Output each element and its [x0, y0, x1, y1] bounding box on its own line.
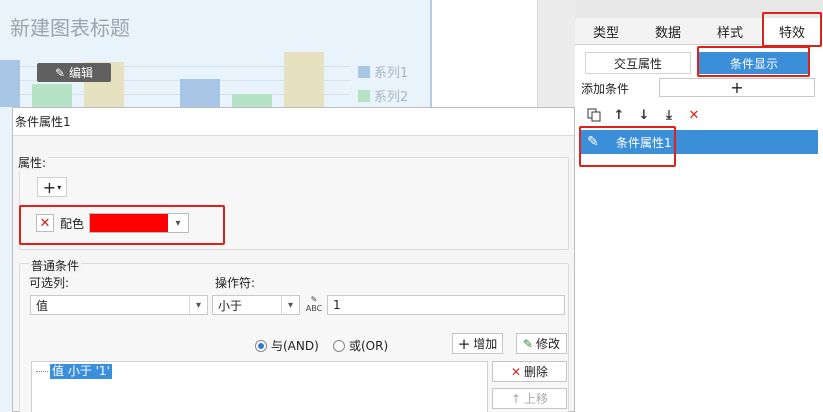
- chart-properties-panel: 类型 数据 样式 特效 交互属性 条件显示 添加条件 + ↑ ↓ ⤓ ✕ ✎ 条…: [575, 0, 823, 412]
- column-label: 可选列:: [29, 276, 70, 290]
- add-property-button[interactable]: + ▾: [37, 177, 67, 197]
- condition-dialog: 条件属性1 属性: + ▾ ✕ 配色 ▾ 普通条件 可选列: 操作符: 值 ▾ 小…: [12, 107, 575, 412]
- tab-type[interactable]: 类型: [575, 18, 637, 45]
- tab-data[interactable]: 数据: [637, 18, 699, 45]
- chart-bar[interactable]: [32, 84, 72, 107]
- arrow-down-icon[interactable]: ↓: [635, 106, 653, 124]
- add-condition-button[interactable]: + 增加: [452, 333, 503, 354]
- highlight-box: [697, 46, 810, 77]
- operator-select[interactable]: 小于 ▾: [212, 295, 300, 315]
- dialog-title: 条件属性1: [13, 108, 574, 136]
- modify-icon: ✎: [522, 336, 534, 351]
- subtab-interaction[interactable]: 交互属性: [585, 52, 691, 74]
- legend-swatch: [358, 89, 370, 102]
- logic-and-radio[interactable]: 与(AND): [255, 337, 319, 354]
- highlight-box: [762, 12, 822, 47]
- condition-list[interactable]: 值 小于 '1': [31, 361, 488, 412]
- edit-icon: ✎: [54, 65, 66, 80]
- legend-item: 系列2: [358, 86, 408, 105]
- condition-toolbar: ↑ ↓ ⤓ ✕: [585, 106, 703, 124]
- chart-edit-button[interactable]: ✎ 编辑: [37, 63, 111, 82]
- add-condition-button[interactable]: +: [659, 78, 815, 97]
- move-up-button[interactable]: ↑ 上移: [492, 388, 567, 409]
- chart-bar[interactable]: [0, 60, 20, 107]
- condition-value-input[interactable]: 1: [327, 295, 565, 315]
- column-select[interactable]: 值 ▾: [30, 295, 208, 315]
- conditions-legend: 普通条件: [29, 257, 82, 274]
- delete-condition-button[interactable]: ✕ 删除: [492, 361, 567, 382]
- tab-style[interactable]: 样式: [699, 18, 761, 45]
- value-type-icon[interactable]: ✎ ABC: [304, 295, 324, 315]
- condition-list-item[interactable]: 值 小于 '1': [50, 364, 112, 379]
- arrow-up-icon[interactable]: ↑: [610, 106, 628, 124]
- plus-icon: +: [457, 334, 471, 353]
- logic-or-radio[interactable]: 或(OR): [333, 337, 388, 354]
- tree-line: [36, 371, 48, 372]
- chevron-down-icon: ▾: [57, 182, 62, 192]
- radio-indicator: [255, 339, 267, 352]
- chevron-down-icon: ▾: [189, 296, 207, 314]
- move-bottom-icon[interactable]: ⤓: [660, 106, 678, 124]
- copy-icon[interactable]: [585, 106, 603, 124]
- chart-title[interactable]: 新建图表标题: [10, 12, 130, 41]
- radio-indicator: [333, 339, 345, 352]
- delete-icon[interactable]: ✕: [685, 106, 703, 124]
- legend-item: 系列1: [358, 62, 408, 81]
- highlight-box: [19, 205, 225, 245]
- delete-icon: ✕: [510, 364, 522, 379]
- highlight-box: [579, 126, 676, 167]
- legend-swatch: [358, 65, 370, 78]
- add-condition-label: 添加条件: [581, 82, 630, 96]
- chart-bar[interactable]: [232, 94, 272, 107]
- chart-bar[interactable]: [284, 52, 324, 107]
- properties-legend: 属性:: [16, 154, 49, 171]
- arrow-up-icon: ↑: [510, 391, 522, 406]
- modify-condition-button[interactable]: ✎ 修改: [516, 333, 567, 354]
- chart-bar[interactable]: [180, 79, 220, 107]
- chevron-down-icon: ▾: [281, 296, 299, 314]
- operator-label: 操作符:: [215, 276, 256, 290]
